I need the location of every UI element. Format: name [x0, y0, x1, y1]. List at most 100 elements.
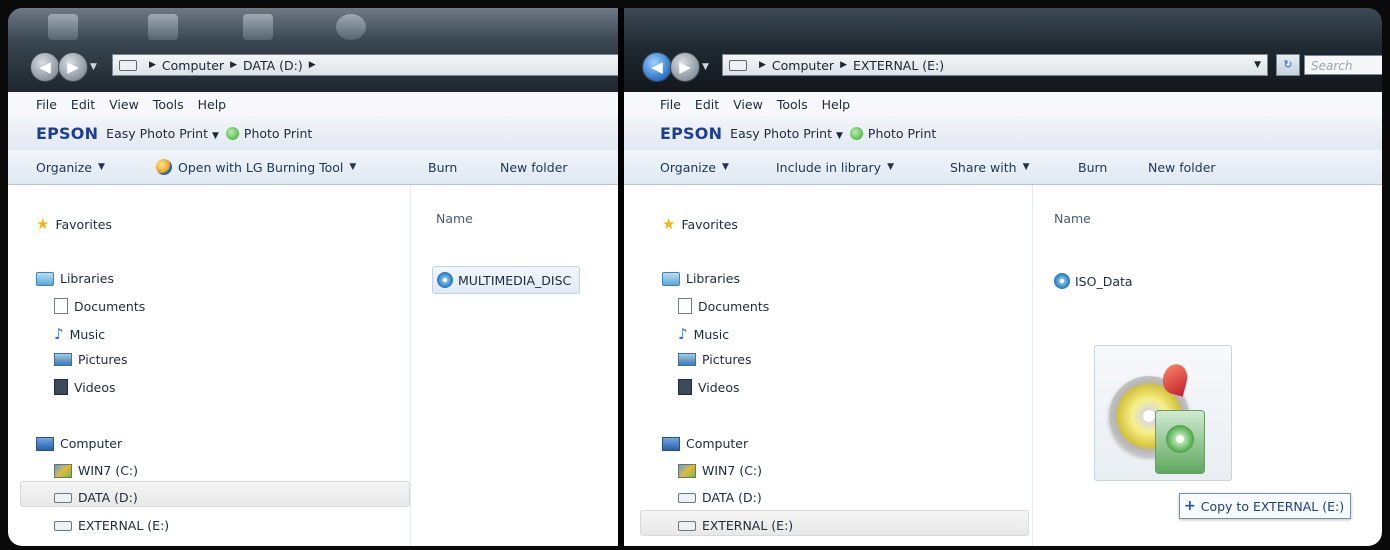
- nav-external-drive[interactable]: EXTERNAL (E:): [54, 518, 169, 533]
- nav-music[interactable]: ♪ Music: [678, 325, 729, 343]
- menu-file[interactable]: File: [36, 97, 57, 112]
- open-with-label: Open with LG Burning Tool: [178, 159, 344, 175]
- photo-print-button[interactable]: Photo Print: [244, 126, 312, 141]
- burn-button[interactable]: Burn: [1078, 150, 1107, 184]
- chevron-right-icon[interactable]: ▶: [309, 60, 316, 70]
- navigation-pane: ★ Favorites Libraries Documents ♪ Music: [8, 185, 410, 546]
- file-name: ISO_Data: [1075, 273, 1133, 289]
- new-folder-button[interactable]: New folder: [500, 150, 568, 184]
- dropdown-icon: ▼: [1022, 162, 1030, 172]
- file-item[interactable]: MULTIMEDIA_DISC: [432, 266, 581, 294]
- nav-documents[interactable]: Documents: [678, 298, 769, 314]
- nav-label: Computer: [686, 436, 749, 451]
- lg-burning-tool-icon: [156, 159, 172, 175]
- nav-label: Libraries: [60, 271, 114, 286]
- nav-win7-drive[interactable]: WIN7 (C:): [678, 463, 762, 478]
- nav-label: Videos: [74, 379, 116, 395]
- nav-music[interactable]: ♪ Music: [54, 325, 105, 343]
- menu-file[interactable]: File: [660, 97, 681, 112]
- back-button[interactable]: ◀: [30, 52, 60, 82]
- history-dropdown-icon[interactable]: ▼: [90, 62, 97, 72]
- address-bar[interactable]: ▶ Computer ▶ EXTERNAL (E:) ▼: [722, 54, 1268, 76]
- nav-label: Favorites: [55, 216, 112, 232]
- nav-pictures[interactable]: Pictures: [678, 352, 752, 367]
- nav-data-drive[interactable]: DATA (D:): [678, 490, 762, 505]
- nav-libraries[interactable]: Libraries: [662, 271, 740, 286]
- search-box[interactable]: Search: [1304, 54, 1382, 76]
- nav-label: Pictures: [702, 352, 752, 367]
- drive-icon: [729, 59, 747, 71]
- new-folder-button[interactable]: New folder: [1148, 150, 1216, 184]
- command-bar: Organize ▼ Open with LG Burning Tool ▼ Bur…: [8, 150, 618, 185]
- burn-button[interactable]: Burn: [428, 150, 457, 184]
- column-header-name[interactable]: Name: [436, 211, 473, 226]
- nav-label: Documents: [698, 298, 770, 314]
- nav-favorites[interactable]: ★ Favorites: [662, 215, 738, 233]
- nav-data-drive[interactable]: DATA (D:): [54, 490, 138, 505]
- photo-print-icon: [849, 126, 863, 140]
- breadcrumb-computer[interactable]: Computer: [772, 58, 834, 73]
- pane-splitter[interactable]: [1032, 185, 1033, 546]
- nav-computer[interactable]: Computer: [662, 436, 748, 451]
- organize-button[interactable]: Organize ▼: [36, 150, 105, 184]
- content-area: ★ Favorites Libraries Documents ♪ Music: [624, 185, 1382, 546]
- share-with-button[interactable]: Share with ▼: [950, 150, 1030, 184]
- history-dropdown-icon[interactable]: ▼: [702, 62, 709, 72]
- desktop-icon: [148, 14, 178, 40]
- nav-computer[interactable]: Computer: [36, 436, 122, 451]
- easy-photo-print-button[interactable]: Easy Photo Print ▼: [730, 126, 843, 141]
- menu-view[interactable]: View: [109, 97, 139, 112]
- photo-print-button[interactable]: Photo Print: [868, 126, 936, 141]
- menu-bar: File Edit View Tools Help: [624, 92, 1382, 116]
- computer-icon: [662, 436, 680, 451]
- back-button[interactable]: ◀: [642, 52, 672, 82]
- menu-tools[interactable]: Tools: [777, 97, 808, 112]
- breadcrumb-data[interactable]: DATA (D:): [243, 58, 303, 73]
- nav-videos[interactable]: Videos: [54, 379, 116, 395]
- easy-photo-print-button[interactable]: Easy Photo Print ▼: [106, 126, 219, 141]
- nav-external-drive[interactable]: EXTERNAL (E:): [678, 518, 793, 533]
- forward-button[interactable]: ▶: [670, 52, 700, 82]
- menu-edit[interactable]: Edit: [695, 97, 719, 112]
- include-in-library-button[interactable]: Include in library ▼: [776, 150, 894, 184]
- nav-libraries[interactable]: Libraries: [36, 271, 114, 286]
- dropdown-icon: ▼: [722, 162, 729, 172]
- organize-button[interactable]: Organize ▼: [660, 150, 729, 184]
- menu-help[interactable]: Help: [198, 97, 227, 112]
- breadcrumb-computer[interactable]: Computer: [162, 58, 224, 73]
- refresh-button[interactable]: ↻: [1276, 54, 1300, 76]
- open-with-button[interactable]: Open with LG Burning Tool ▼: [156, 150, 356, 184]
- search-input[interactable]: Search: [1304, 55, 1382, 75]
- epson-toolbar: EPSON Easy Photo Print ▼ Photo Print: [8, 116, 618, 150]
- file-name: MULTIMEDIA_DISC: [458, 272, 572, 288]
- chevron-right-icon[interactable]: ▶: [759, 60, 766, 70]
- nav-documents[interactable]: Documents: [54, 298, 145, 314]
- column-header-name[interactable]: Name: [1054, 211, 1091, 226]
- address-bar[interactable]: ▶ Computer ▶ DATA (D:) ▶: [112, 54, 618, 76]
- menu-edit[interactable]: Edit: [71, 97, 95, 112]
- address-dropdown-icon[interactable]: ▼: [1254, 60, 1261, 70]
- nav-pictures[interactable]: Pictures: [54, 352, 128, 367]
- nav-videos[interactable]: Videos: [678, 379, 740, 395]
- videos-icon: [678, 379, 692, 395]
- menu-help[interactable]: Help: [822, 97, 851, 112]
- chevron-right-icon[interactable]: ▶: [230, 60, 237, 70]
- drag-preview: [1094, 345, 1232, 481]
- disc-image-icon: [1155, 410, 1205, 474]
- nav-win7-drive[interactable]: WIN7 (C:): [54, 463, 138, 478]
- music-icon: ♪: [678, 325, 688, 343]
- pane-splitter[interactable]: [410, 185, 411, 546]
- copy-tooltip-text: Copy to EXTERNAL (E:): [1200, 498, 1345, 514]
- forward-button[interactable]: ▶: [58, 52, 88, 82]
- breadcrumb-external[interactable]: EXTERNAL (E:): [853, 58, 944, 73]
- menu-tools[interactable]: Tools: [153, 97, 184, 112]
- nav-favorites[interactable]: ★ Favorites: [36, 215, 112, 233]
- chevron-right-icon[interactable]: ▶: [840, 60, 847, 70]
- drag-copy-tooltip: + Copy to EXTERNAL (E:): [1179, 493, 1352, 519]
- file-item[interactable]: ISO_Data: [1054, 273, 1133, 289]
- nav-label: WIN7 (C:): [78, 463, 139, 478]
- refresh-icon: ↻: [1276, 54, 1300, 76]
- chevron-right-icon[interactable]: ▶: [149, 60, 156, 70]
- explorer-window-data: ◀ ▶ ▼ ▶ Computer ▶ DATA (D:) ▶ File Edit…: [8, 8, 618, 546]
- menu-view[interactable]: View: [733, 97, 763, 112]
